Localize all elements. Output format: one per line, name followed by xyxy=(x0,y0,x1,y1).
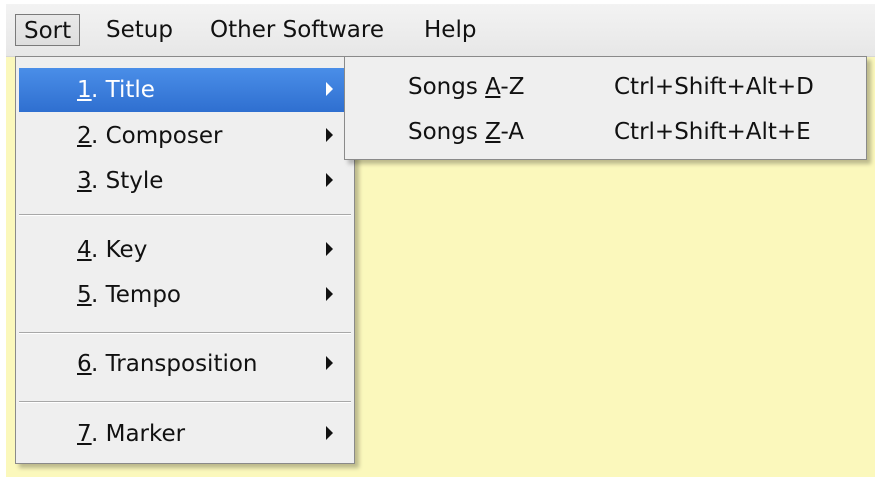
submenu-arrow-icon xyxy=(326,356,333,370)
menu-item-tempo[interactable]: 5 . Tempo xyxy=(19,273,351,317)
submenu-arrow-icon xyxy=(326,242,333,256)
submenu-item-songs-a-z[interactable]: Songs A-Z Ctrl+Shift+Alt+D xyxy=(348,65,863,109)
submenu-arrow-icon xyxy=(326,426,333,440)
menu-item-number: 5 xyxy=(77,282,92,308)
menu-item-label: . Composer xyxy=(91,123,223,149)
menu-item-number: 7 xyxy=(77,421,92,447)
menu-item-number: 6 xyxy=(77,351,92,377)
menu-item-number: 2 xyxy=(77,123,92,149)
menu-sort[interactable]: Sort xyxy=(15,14,81,46)
sort-dropdown: 1 . Title 2 . Composer 3 . Style 4 . Key… xyxy=(15,56,355,464)
menu-item-label: . Tempo xyxy=(91,282,181,308)
menu-item-number: 1 xyxy=(77,77,92,103)
menu-item-transposition[interactable]: 6 . Transposition xyxy=(19,342,351,386)
submenu-item-label: Songs Z-A xyxy=(408,119,525,145)
menu-item-marker[interactable]: 7 . Marker xyxy=(19,412,351,456)
menu-bar: Sort Setup Other Software Help xyxy=(6,4,875,57)
keyboard-shortcut: Ctrl+Shift+Alt+E xyxy=(614,119,811,145)
menu-item-label: . Key xyxy=(91,237,148,263)
menu-item-number: 3 xyxy=(77,168,92,194)
menu-other-software[interactable]: Other Software xyxy=(202,14,392,46)
menu-item-label: . Transposition xyxy=(91,351,258,377)
menu-item-label: . Title xyxy=(91,77,155,103)
menu-setup[interactable]: Setup xyxy=(98,14,181,46)
submenu-arrow-icon xyxy=(326,82,333,96)
submenu-arrow-icon xyxy=(326,173,333,187)
submenu-arrow-icon xyxy=(326,287,333,301)
submenu-item-label: Songs A-Z xyxy=(408,74,525,100)
app-window: Sort Setup Other Software Help 1 . Title… xyxy=(6,4,875,477)
menu-item-label: . Marker xyxy=(91,421,186,447)
menu-item-number: 4 xyxy=(77,237,92,263)
menu-item-key[interactable]: 4 . Key xyxy=(19,228,351,272)
keyboard-shortcut: Ctrl+Shift+Alt+D xyxy=(614,74,814,100)
menu-separator xyxy=(19,332,351,334)
title-submenu: Songs A-Z Ctrl+Shift+Alt+D Songs Z-A Ctr… xyxy=(344,56,867,160)
menu-separator xyxy=(19,214,351,216)
submenu-arrow-icon xyxy=(326,128,333,142)
menu-item-composer[interactable]: 2 . Composer xyxy=(19,114,351,158)
menu-help[interactable]: Help xyxy=(416,14,484,46)
submenu-item-songs-z-a[interactable]: Songs Z-A Ctrl+Shift+Alt+E xyxy=(348,110,863,154)
menu-item-style[interactable]: 3 . Style xyxy=(19,159,351,203)
menu-separator xyxy=(19,401,351,403)
menu-item-title[interactable]: 1 . Title xyxy=(19,68,351,112)
menu-item-label: . Style xyxy=(91,168,164,194)
